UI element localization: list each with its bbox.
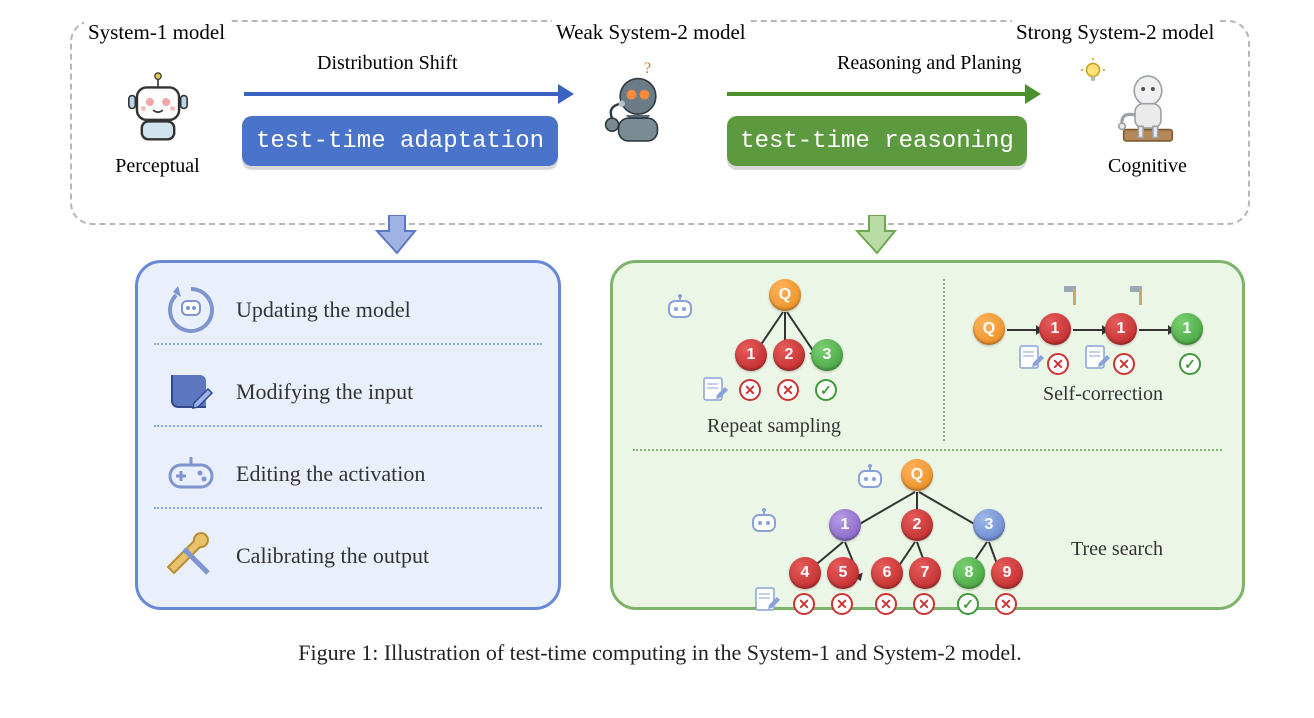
label-perceptual: Perceptual [115,155,199,178]
mark-correct: ✓ [815,379,837,401]
tiny-robot-icon [747,507,781,541]
mark-wrong: ✕ [739,379,761,401]
item-editing-activation: Editing the activation [236,461,425,487]
node-rs-1: 1 [735,339,767,371]
figure-caption: Figure 1: Illustration of test-time comp… [70,640,1250,666]
badge-test-time-reasoning: test-time reasoning [727,116,1027,166]
badge-test-time-adaptation: test-time adaptation [242,116,558,166]
label-strong-system2: Strong System-2 model [1012,20,1218,45]
book-edit-icon [164,365,218,419]
node-q: Q [769,279,801,311]
divider-vertical [943,279,945,441]
mark-wrong: ✕ [875,593,897,615]
mark-wrong: ✕ [995,593,1017,615]
paper-edit-icon [701,375,729,403]
label-weak-system2: Weak System-2 model [552,20,750,45]
label-distribution-shift: Distribution Shift [317,52,458,75]
mark-wrong: ✕ [831,593,853,615]
label-cognitive: Cognitive [1108,155,1187,178]
divider-horizontal [633,449,1222,451]
node-ts-3: 3 [973,509,1005,541]
mark-wrong: ✕ [913,593,935,615]
mark-correct: ✓ [1179,353,1201,375]
mark-correct: ✓ [957,593,979,615]
hammer-icon [1061,283,1087,309]
node-rs-3: 3 [811,339,843,371]
node-ts-5: 5 [827,557,859,589]
label-tree-search: Tree search [1071,538,1163,561]
label-reasoning-planning: Reasoning and Planing [837,52,1021,75]
lightbulb-icon [1080,58,1106,84]
node-ts-4: 4 [789,557,821,589]
item-updating-model: Updating the model [236,297,411,323]
node-ts-7: 7 [909,557,941,589]
arrow-reasoning-planning [727,92,1027,96]
tiny-robot-icon [853,463,887,497]
hammer-icon [1127,283,1153,309]
node-ts-q: Q [901,459,933,491]
node-sc-1b: 1 [1105,313,1137,345]
paper-edit-icon [1017,343,1045,371]
node-ts-8: 8 [953,557,985,589]
node-rs-2: 2 [773,339,805,371]
label-system1: System-1 model [84,20,229,45]
label-repeat-sampling: Repeat sampling [707,415,841,438]
node-sc-1c: 1 [1171,313,1203,345]
item-calibrating-output: Calibrating the output [236,543,429,569]
tiny-robot-icon [663,293,697,327]
tools-icon [164,529,218,583]
panel-test-time-reasoning: Q 1 2 3 ✕ ✕ ✓ Repeat sampling Q 1 1 1 [610,260,1245,610]
mark-wrong: ✕ [777,379,799,401]
arrow-down-green [855,215,899,255]
arrow-distribution-shift [244,92,560,96]
refresh-robot-icon [164,283,218,337]
robot-thinking-icon: ? [580,68,695,178]
node-sc-q: Q [973,313,1005,345]
paper-edit-icon [753,585,781,613]
item-modifying-input: Modifying the input [236,379,413,405]
label-self-correction: Self-correction [1043,383,1163,406]
node-ts-6: 6 [871,557,903,589]
mark-wrong: ✕ [1113,353,1135,375]
top-systems-box: System-1 model Weak System-2 model Stron… [70,20,1250,225]
node-ts-2: 2 [901,509,933,541]
arrow-down-blue [375,215,419,255]
paper-edit-icon [1083,343,1111,371]
node-sc-1a: 1 [1039,313,1071,345]
mark-wrong: ✕ [1047,353,1069,375]
robot-cognitive-icon: Cognitive [1090,68,1205,178]
node-ts-1: 1 [829,509,861,541]
panel-test-time-adaptation: Updating the model Modifying the input E… [135,260,561,610]
mark-wrong: ✕ [793,593,815,615]
gamepad-icon [164,447,218,501]
robot-perceptual-icon: Perceptual [100,68,215,178]
node-ts-9: 9 [991,557,1023,589]
